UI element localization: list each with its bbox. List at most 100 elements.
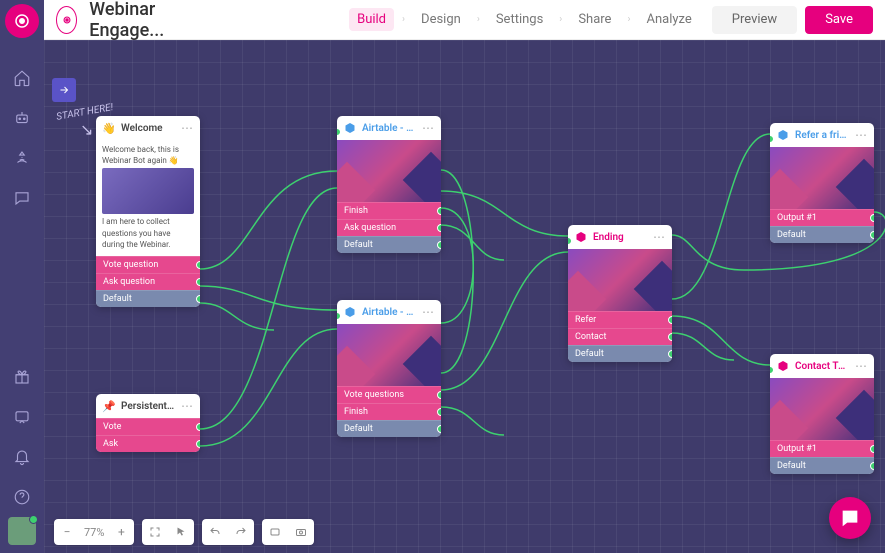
node-title: Contact Team (795, 361, 850, 372)
robot-icon[interactable] (10, 106, 34, 130)
output-port[interactable] (196, 261, 200, 269)
output-1[interactable]: Output #1 (770, 440, 874, 457)
canvas-toolbar: − 77% + (54, 519, 314, 545)
node-title: Persistent Menu (121, 401, 176, 412)
node-title: Refer a friend (795, 130, 850, 141)
output-port[interactable] (437, 224, 441, 232)
cursor-button[interactable] (168, 519, 194, 545)
output-finish[interactable]: Finish (337, 403, 441, 420)
camera-button[interactable] (288, 519, 314, 545)
node-menu-button[interactable]: ⋯ (653, 230, 666, 244)
output-default[interactable]: Default (96, 290, 200, 307)
output-port[interactable] (437, 241, 441, 249)
node-menu-button[interactable]: ⋯ (181, 399, 194, 413)
cube-icon (574, 230, 588, 244)
node-hero-image (770, 147, 874, 209)
flow-canvas[interactable]: START HERE! ↘ 👋 Welcome ⋯ Welcome ba (44, 40, 885, 553)
cube-icon (343, 305, 357, 319)
output-ask-question[interactable]: Ask question (337, 219, 441, 236)
screenshot-button[interactable] (262, 519, 288, 545)
zoom-out-button[interactable]: − (54, 519, 80, 545)
bell-icon[interactable] (10, 445, 34, 469)
landbot-logo[interactable] (5, 4, 39, 38)
output-default[interactable]: Default (337, 236, 441, 253)
node-body: Welcome back, this is Webinar Bot again … (96, 140, 200, 256)
tab-analyze[interactable]: Analyze (638, 8, 699, 31)
welcome-greeting: Welcome back, this is Webinar Bot again … (102, 144, 194, 166)
page-title: Webinar Engage... (89, 0, 197, 41)
tab-share[interactable]: Share (570, 8, 619, 31)
output-vote-question[interactable]: Vote question (96, 256, 200, 273)
chat-icon[interactable] (10, 186, 34, 210)
broadcast-icon[interactable] (10, 146, 34, 170)
node-title: Ending (593, 232, 648, 243)
node-contact-team[interactable]: Contact Team ⋯ Output #1 Default (770, 354, 874, 474)
node-menu-button[interactable]: ⋯ (422, 121, 435, 135)
node-airtable-ask[interactable]: Airtable - Ask ⋯ Vote questions Finish D… (337, 300, 441, 437)
cube-icon (776, 128, 790, 142)
output-ask[interactable]: Ask (96, 435, 200, 452)
node-hero-image (337, 140, 441, 202)
cube-icon (776, 359, 790, 373)
output-port[interactable] (196, 440, 200, 448)
header: Webinar Engage... Build › Design › Setti… (44, 0, 885, 40)
pin-icon: 📌 (102, 399, 116, 413)
user-avatar[interactable] (8, 517, 36, 545)
node-menu-button[interactable]: ⋯ (855, 128, 868, 142)
output-port[interactable] (870, 462, 874, 470)
node-airtable-vote[interactable]: Airtable - Vote ⋯ Finish Ask question De… (337, 116, 441, 253)
bot-icon[interactable] (56, 6, 77, 34)
gift-icon[interactable] (10, 365, 34, 389)
output-finish[interactable]: Finish (337, 202, 441, 219)
output-port[interactable] (437, 207, 441, 215)
output-port[interactable] (196, 278, 200, 286)
output-refer[interactable]: Refer (568, 311, 672, 328)
save-button[interactable]: Save (805, 6, 873, 34)
zoom-label: 77% (80, 526, 108, 539)
preview-button[interactable]: Preview (712, 6, 797, 34)
output-port[interactable] (668, 316, 672, 324)
output-ask-question[interactable]: Ask question (96, 273, 200, 290)
redo-button[interactable] (228, 519, 254, 545)
output-port[interactable] (668, 350, 672, 358)
output-port[interactable] (870, 231, 874, 239)
tab-build[interactable]: Build (349, 8, 394, 31)
output-default[interactable]: Default (770, 457, 874, 474)
node-ending[interactable]: Ending ⋯ Refer Contact Default (568, 225, 672, 362)
output-vote[interactable]: Vote (96, 418, 200, 435)
fit-view-button[interactable] (142, 519, 168, 545)
output-port[interactable] (870, 214, 874, 222)
output-port[interactable] (437, 425, 441, 433)
output-default[interactable]: Default (770, 226, 874, 243)
wave-icon: 👋 (102, 121, 116, 135)
node-title: Airtable - Ask (362, 307, 417, 318)
tab-settings[interactable]: Settings (488, 8, 551, 31)
home-icon[interactable] (10, 66, 34, 90)
tab-design[interactable]: Design (413, 8, 469, 31)
message-icon[interactable] (10, 405, 34, 429)
node-hero-image (770, 378, 874, 440)
output-default[interactable]: Default (568, 345, 672, 362)
undo-button[interactable] (202, 519, 228, 545)
output-port[interactable] (437, 408, 441, 416)
zoom-in-button[interactable]: + (108, 519, 134, 545)
expand-sidebar-button[interactable] (52, 78, 76, 102)
output-vote-questions[interactable]: Vote questions (337, 386, 441, 403)
node-menu-button[interactable]: ⋯ (855, 359, 868, 373)
help-icon[interactable] (10, 485, 34, 509)
output-port[interactable] (668, 333, 672, 341)
intercom-button[interactable] (829, 497, 871, 539)
node-welcome[interactable]: 👋 Welcome ⋯ Welcome back, this is Webina… (96, 116, 200, 307)
node-menu-button[interactable]: ⋯ (181, 121, 194, 135)
node-persistent-menu[interactable]: 📌 Persistent Menu ⋯ Vote Ask (96, 394, 200, 452)
output-default[interactable]: Default (337, 420, 441, 437)
node-menu-button[interactable]: ⋯ (422, 305, 435, 319)
output-port[interactable] (196, 423, 200, 431)
node-refer-friend[interactable]: Refer a friend ⋯ Output #1 Default (770, 123, 874, 243)
output-port[interactable] (196, 295, 200, 303)
header-tabs: Build › Design › Settings › Share › Anal… (349, 8, 700, 31)
output-port[interactable] (437, 391, 441, 399)
output-contact[interactable]: Contact (568, 328, 672, 345)
output-1[interactable]: Output #1 (770, 209, 874, 226)
output-port[interactable] (870, 445, 874, 453)
